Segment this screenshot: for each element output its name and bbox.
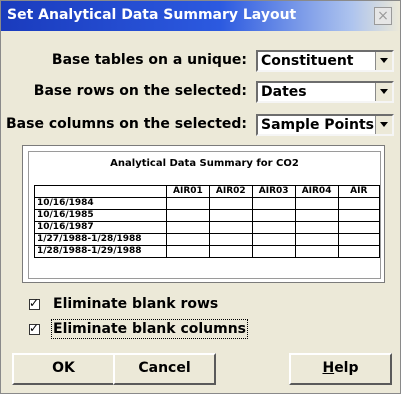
eliminate-blank-rows-checkbox[interactable]: ✓ [29,296,40,310]
table-cell [337,233,380,246]
title-bar[interactable]: Set Analytical Data Summary Layout × [1,1,400,31]
table-cell [208,197,253,210]
table-cell [165,221,210,234]
row-label: 10/16/1984 [34,197,167,210]
chevron-down-icon[interactable] [375,116,392,134]
row-label: 1/28/1988-1/29/1988 [34,245,167,258]
checkmark-icon: ✓ [29,321,40,335]
table-cell [251,233,296,246]
window-title: Set Analytical Data Summary Layout [7,7,297,23]
chevron-down-icon[interactable] [375,52,392,70]
checkmark-icon: ✓ [29,296,40,310]
ok-button[interactable]: OK [12,353,115,385]
preview-frame: Analytical Data Summary for CO2 AIR01 AI… [28,151,381,279]
base-tables-value: Constituent [261,53,354,69]
table-header-cell: AIR04 [294,185,339,198]
table-cell [165,233,210,246]
base-columns-label: Base columns on the selected: [6,116,247,132]
table-cell [208,221,253,234]
table-cell [251,221,296,234]
eliminate-blank-columns-checkbox[interactable]: ✓ [29,321,40,335]
table-row: 1/27/1988-1/28/1988 [34,233,380,246]
table-cell [251,197,296,210]
layout-preview: Analytical Data Summary for CO2 AIR01 AI… [22,145,385,283]
table-cell [165,209,210,222]
base-rows-label: Base rows on the selected: [33,83,247,99]
eliminate-blank-rows-label: Eliminate blank rows [53,296,219,312]
eliminate-blank-columns-label: Eliminate blank columns [50,319,249,339]
table-header-cell [34,185,167,198]
table-cell [165,245,210,258]
table-cell [294,197,339,210]
row-label: 10/16/1985 [34,209,167,222]
table-cell [294,209,339,222]
table-cell [294,221,339,234]
row-label: 1/27/1988-1/28/1988 [34,233,167,246]
base-tables-label: Base tables on a unique: [51,52,247,68]
table-cell [337,245,380,258]
table-row: 10/16/1985 [34,209,380,222]
close-button[interactable]: × [374,7,392,25]
table-cell [165,197,210,210]
table-header-row: AIR01 AIR02 AIR03 AIR04 AIR [34,185,380,198]
table-cell [251,245,296,258]
base-rows-dropdown[interactable]: Dates [256,81,394,103]
table-header-cell: AIR01 [165,185,210,198]
table-cell [294,233,339,246]
table-cell [251,209,296,222]
table-header-cell: AIR [337,185,380,198]
table-cell [294,245,339,258]
base-columns-dropdown[interactable]: Sample Points [256,114,394,136]
preview-title: Analytical Data Summary for CO2 [110,158,299,169]
table-header-cell: AIR03 [251,185,296,198]
table-row: 10/16/1987 [34,221,380,234]
table-header-cell: AIR02 [208,185,253,198]
help-button[interactable]: Help [289,353,392,385]
base-rows-value: Dates [261,84,307,100]
table-cell [337,221,380,234]
preview-table: AIR01 AIR02 AIR03 AIR04 AIR 10/16/1984 1… [34,185,380,258]
base-columns-value: Sample Points [261,117,374,133]
table-cell [208,209,253,222]
table-row: 1/28/1988-1/29/1988 [34,245,380,258]
table-cell [208,245,253,258]
dialog-window: Set Analytical Data Summary Layout × Bas… [0,0,401,394]
table-cell [337,209,380,222]
chevron-down-icon[interactable] [375,83,392,101]
table-cell [337,197,380,210]
table-row: 10/16/1984 [34,197,380,210]
row-label: 10/16/1987 [34,221,167,234]
cancel-button[interactable]: Cancel [113,353,216,385]
table-cell [208,233,253,246]
base-tables-dropdown[interactable]: Constituent [256,50,394,72]
